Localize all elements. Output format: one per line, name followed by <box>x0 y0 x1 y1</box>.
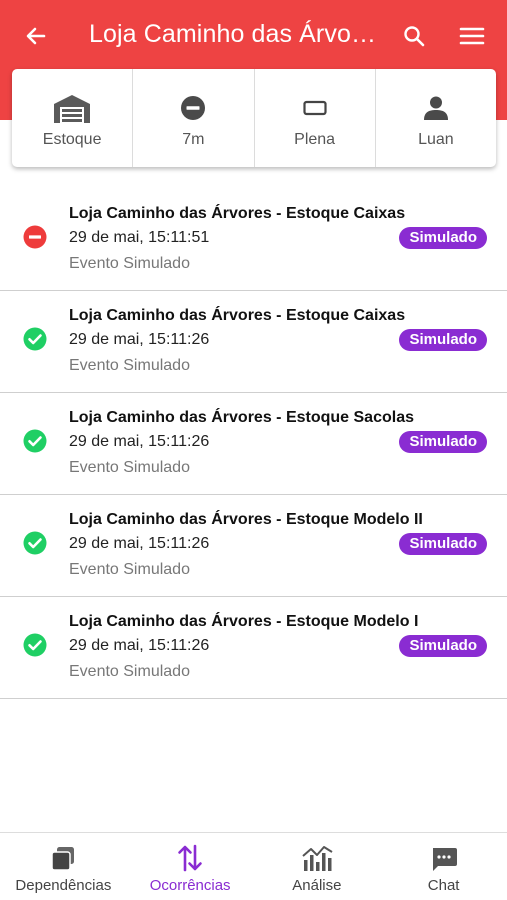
search-icon <box>404 26 425 47</box>
status-partition-label: Estoque <box>42 131 102 148</box>
event-time: 29 de mai, 15:11:26 <box>69 433 210 450</box>
event-subtitle: Evento Simulado <box>69 561 190 578</box>
sort-arrows-icon <box>176 843 204 873</box>
status-connection-label: Plena <box>294 131 336 148</box>
event-subtitle: Evento Simulado <box>69 663 190 680</box>
page-title: Loja Caminho das Árvores <box>89 20 379 48</box>
simulated-badge: Simulado <box>399 329 487 351</box>
nav-dependencias[interactable]: Dependências <box>0 833 127 900</box>
status-user[interactable]: Luan <box>376 69 496 167</box>
check-circle-icon <box>23 633 47 657</box>
bottom-navigation: Dependências Ocorrências Análise Chat <box>0 832 507 900</box>
event-title: Loja Caminho das Árvores - Estoque Caixa… <box>69 307 406 324</box>
simulated-badge: Simulado <box>399 227 487 249</box>
minus-circle-icon <box>180 91 206 125</box>
back-button[interactable] <box>22 22 50 50</box>
event-title: Loja Caminho das Árvores - Estoque Sacol… <box>69 409 414 426</box>
check-circle-icon <box>23 531 47 555</box>
chat-icon <box>430 843 458 873</box>
nav-chat[interactable]: Chat <box>380 833 507 900</box>
rectangle-outline-icon <box>302 91 328 125</box>
menu-button[interactable] <box>458 22 486 50</box>
event-title: Loja Caminho das Árvores - Estoque Model… <box>69 511 423 528</box>
simulated-badge: Simulado <box>399 635 487 657</box>
arrow-left-icon <box>26 27 46 45</box>
nav-ocorrencias-label: Ocorrências <box>149 877 231 894</box>
status-connection[interactable]: Plena <box>255 69 376 167</box>
minus-circle-icon <box>23 225 47 249</box>
chart-icon <box>301 843 333 873</box>
event-row[interactable]: Loja Caminho das Árvores - Estoque Model… <box>0 495 507 597</box>
event-row[interactable]: Loja Caminho das Árvores - Estoque Model… <box>0 597 507 699</box>
nav-analise[interactable]: Análise <box>254 833 381 900</box>
events-list: Loja Caminho das Árvores - Estoque Caixa… <box>0 189 507 699</box>
simulated-badge: Simulado <box>399 431 487 453</box>
check-circle-icon <box>23 327 47 351</box>
stacked-squares-icon <box>49 843 77 873</box>
warehouse-icon <box>52 91 92 125</box>
event-time: 29 de mai, 15:11:26 <box>69 331 210 348</box>
status-card: Estoque 7m Plena Luan <box>12 69 496 167</box>
event-subtitle: Evento Simulado <box>69 459 190 476</box>
event-time: 29 de mai, 15:11:26 <box>69 535 210 552</box>
hamburger-menu-icon <box>459 27 485 45</box>
event-row[interactable]: Loja Caminho das Árvores - Estoque Sacol… <box>0 393 507 495</box>
nav-dependencias-label: Dependências <box>15 877 112 894</box>
app-bar-row: Loja Caminho das Árvores <box>0 0 507 70</box>
event-time: 29 de mai, 15:11:51 <box>69 229 210 246</box>
event-row[interactable]: Loja Caminho das Árvores - Estoque Caixa… <box>0 291 507 393</box>
event-row[interactable]: Loja Caminho das Árvores - Estoque Caixa… <box>0 189 507 291</box>
status-user-label: Luan <box>418 131 454 148</box>
user-icon <box>423 91 449 125</box>
status-last-event[interactable]: 7m <box>133 69 255 167</box>
event-time: 29 de mai, 15:11:26 <box>69 637 210 654</box>
search-button[interactable] <box>400 22 428 50</box>
event-subtitle: Evento Simulado <box>69 357 190 374</box>
event-subtitle: Evento Simulado <box>69 255 190 272</box>
event-title: Loja Caminho das Árvores - Estoque Caixa… <box>69 205 406 222</box>
nav-ocorrencias[interactable]: Ocorrências <box>127 833 254 900</box>
simulated-badge: Simulado <box>399 533 487 555</box>
event-title: Loja Caminho das Árvores - Estoque Model… <box>69 613 419 630</box>
check-circle-icon <box>23 429 47 453</box>
nav-analise-label: Análise <box>292 877 342 894</box>
nav-chat-label: Chat <box>427 877 460 894</box>
status-partition[interactable]: Estoque <box>12 69 134 167</box>
status-last-event-label: 7m <box>182 131 205 148</box>
